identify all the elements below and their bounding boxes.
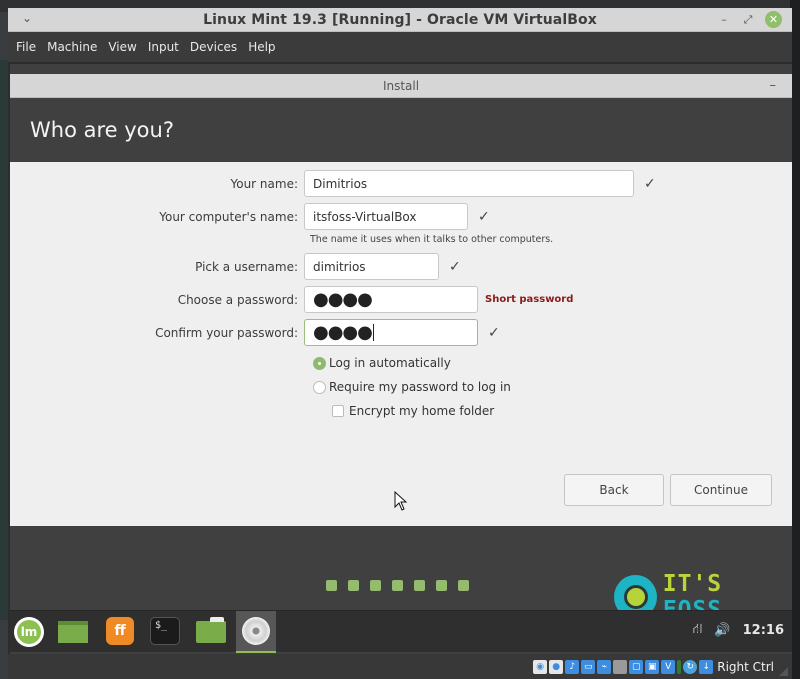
keyboard-capture-icon[interactable]: ↓ [699,660,713,674]
password-label: Choose a password: [10,293,304,307]
computer-name-hint: The name it uses when it talks to other … [310,234,553,245]
username-row: Pick a username: dimitrios ✓ [10,253,461,280]
computer-name-hint-row: The name it uses when it talks to other … [310,234,553,245]
virtualbox-window: ⌄ Linux Mint 19.3 [Running] - Oracle VM … [8,8,792,679]
taskbar: lm ff $_ ⛙ 🔊 12:16 [10,610,792,652]
terminal-icon[interactable]: $_ [150,617,180,645]
window-menu-icon[interactable]: ⌄ [22,11,32,25]
minimize-button[interactable]: – [717,13,731,26]
menu-machine[interactable]: Machine [47,40,97,54]
menu-bar: File Machine View Input Devices Help [8,32,792,62]
optical-drive-icon[interactable]: ● [549,660,563,674]
page-heading: Who are you? [10,98,792,162]
installer-disc-icon [242,617,270,645]
guest-screen[interactable]: Install – Who are you? Your name: Dimitr… [10,64,792,654]
display-icon[interactable]: ▢ [629,660,643,674]
slide-dot[interactable] [370,580,381,591]
usb-icon[interactable]: ⌁ [597,660,611,674]
audio-icon[interactable]: ♪ [565,660,579,674]
installer-taskbar-button[interactable] [236,611,276,653]
confirm-password-label: Confirm your password: [10,326,304,340]
slide-dot[interactable] [458,580,469,591]
login-automatically-label: Log in automatically [329,356,451,370]
resize-grip[interactable] [779,667,788,676]
password-strength-warning: Short password [485,294,573,305]
menu-input[interactable]: Input [148,40,179,54]
login-automatically-option[interactable]: Log in automatically [313,356,451,370]
slide-dot[interactable] [348,580,359,591]
your-name-input[interactable]: Dimitrios [304,170,634,197]
menu-devices[interactable]: Devices [190,40,237,54]
install-titlebar[interactable]: Install – [10,74,792,98]
virtualbox-titlebar[interactable]: ⌄ Linux Mint 19.3 [Running] - Oracle VM … [8,8,792,32]
your-name-label: Your name: [10,177,304,191]
your-name-valid-check-icon: ✓ [644,176,656,192]
cpu-activity-icon [677,660,681,674]
confirm-password-input[interactable]: ●●●● [304,319,478,346]
files-icon[interactable] [196,621,226,643]
firefox-icon[interactable]: ff [106,617,134,645]
username-valid-check-icon: ✓ [449,259,461,275]
confirm-password-row: Confirm your password: ●●●● ✓ [10,319,500,346]
clock[interactable]: 12:16 [743,623,784,638]
menu-view[interactable]: View [108,40,136,54]
mint-menu-icon[interactable]: lm [14,617,44,647]
close-button[interactable]: ✕ [765,11,782,28]
slideshow-indicator [326,580,469,591]
password-mask: ●●●● [313,289,372,310]
host-key-label: Right Ctrl [717,660,774,674]
window-title: Linux Mint 19.3 [Running] - Oracle VM Vi… [8,12,792,28]
menu-help[interactable]: Help [248,40,275,54]
vbox-icon[interactable]: V [661,660,675,674]
system-tray: ⛙ 🔊 12:16 [693,621,784,639]
computer-name-value: itsfoss-VirtualBox [313,210,417,224]
encrypt-home-label: Encrypt my home folder [349,404,494,418]
confirm-password-mask: ●●●● [313,322,372,343]
encrypt-home-checkbox[interactable] [332,405,344,417]
back-button[interactable]: Back [564,474,664,506]
show-desktop-icon[interactable] [58,621,88,643]
install-window: Install – Who are you? Your name: Dimitr… [10,74,792,526]
slide-dot[interactable] [326,580,337,591]
require-password-label: Require my password to log in [329,380,511,394]
volume-icon[interactable]: 🔊 [714,623,730,638]
network-status-icon[interactable]: ▭ [581,660,595,674]
computer-name-valid-check-icon: ✓ [478,209,490,225]
require-password-radio[interactable] [313,381,326,394]
network-icon[interactable]: ⛙ [693,621,703,639]
password-row: Choose a password: ●●●● Short password [10,286,573,313]
hard-disk-icon[interactable]: ◉ [533,660,547,674]
shared-folders-icon[interactable] [613,660,627,674]
computer-name-input[interactable]: itsfoss-VirtualBox [304,203,468,230]
username-label: Pick a username: [10,260,304,274]
mouse-integration-icon[interactable]: ↻ [683,660,697,674]
login-automatically-radio[interactable] [313,357,326,370]
encrypt-home-option[interactable]: Encrypt my home folder [332,404,494,418]
confirm-password-valid-check-icon: ✓ [488,325,500,341]
continue-button[interactable]: Continue [670,474,772,506]
video-capture-icon[interactable]: ▣ [645,660,659,674]
computer-name-row: Your computer's name: itsfoss-VirtualBox… [10,203,490,230]
password-input[interactable]: ●●●● [304,286,478,313]
virtualbox-statusbar: ◉ ● ♪ ▭ ⌁ ▢ ▣ V ↻ ↓ Right Ctrl [8,654,792,679]
slide-dot[interactable] [392,580,403,591]
menu-file[interactable]: File [16,40,36,54]
your-name-row: Your name: Dimitrios ✓ [10,170,656,197]
install-minimize-button[interactable]: – [770,74,777,98]
require-password-option[interactable]: Require my password to log in [313,380,511,394]
mouse-pointer-icon [394,491,408,511]
slide-dot[interactable] [414,580,425,591]
restore-button[interactable]: ⤢ [741,13,755,27]
username-value: dimitrios [313,260,366,274]
slide-dot[interactable] [436,580,447,591]
install-window-title: Install [383,79,419,93]
window-controls: – ⤢ ✕ [717,11,782,28]
text-caret [373,324,374,341]
your-name-value: Dimitrios [313,177,367,191]
computer-name-label: Your computer's name: [10,210,304,224]
username-input[interactable]: dimitrios [304,253,439,280]
